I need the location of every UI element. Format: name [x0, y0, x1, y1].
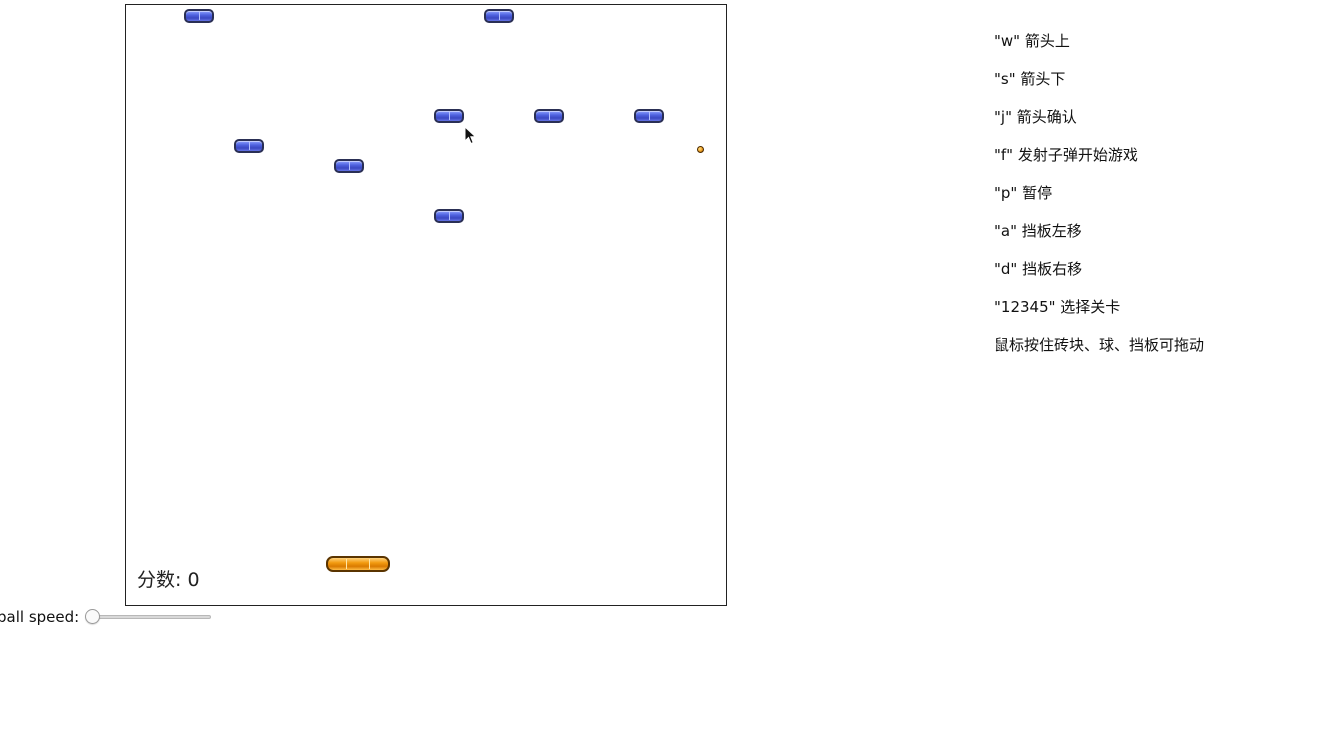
ball[interactable] — [697, 146, 704, 153]
slider-thumb[interactable] — [85, 609, 101, 624]
help-item-j: "j" 箭头确认 — [994, 108, 1077, 126]
game-canvas[interactable]: 分数: 0 — [125, 4, 727, 606]
brick[interactable] — [234, 139, 264, 153]
brick[interactable] — [634, 109, 664, 123]
brick[interactable] — [484, 9, 514, 23]
brick[interactable] — [184, 9, 214, 23]
help-item-d: "d" 挡板右移 — [994, 260, 1083, 278]
help-item-s: "s" 箭头下 — [994, 70, 1066, 88]
brick[interactable] — [434, 109, 464, 123]
brick[interactable] — [534, 109, 564, 123]
help-item-a: "a" 挡板左移 — [994, 222, 1082, 240]
ball-speed-control: ball speed: — [0, 607, 213, 627]
help-item-levels: "12345" 选择关卡 — [994, 298, 1121, 316]
brick[interactable] — [434, 209, 464, 223]
help-item-w: "w" 箭头上 — [994, 32, 1070, 50]
brick[interactable] — [334, 159, 364, 173]
paddle[interactable] — [326, 556, 390, 572]
ball-speed-label: ball speed: — [0, 608, 80, 626]
help-item-f: "f" 发射子弹开始游戏 — [994, 146, 1138, 164]
score-label: 分数: 0 — [137, 569, 200, 591]
controls-help-list: "w" 箭头上 "s" 箭头下 "j" 箭头确认 "f" 发射子弹开始游戏 "p… — [994, 31, 1204, 373]
page: 分数: 0 ball speed: "w" 箭头上 "s" 箭头下 "j" 箭头… — [0, 0, 1329, 734]
help-item-drag: 鼠标按住砖块、球、挡板可拖动 — [994, 336, 1205, 354]
slider-track[interactable] — [87, 615, 212, 619]
mouse-pointer-icon — [464, 126, 477, 145]
help-item-p: "p" 暂停 — [994, 184, 1053, 202]
ball-speed-slider[interactable] — [85, 609, 213, 625]
